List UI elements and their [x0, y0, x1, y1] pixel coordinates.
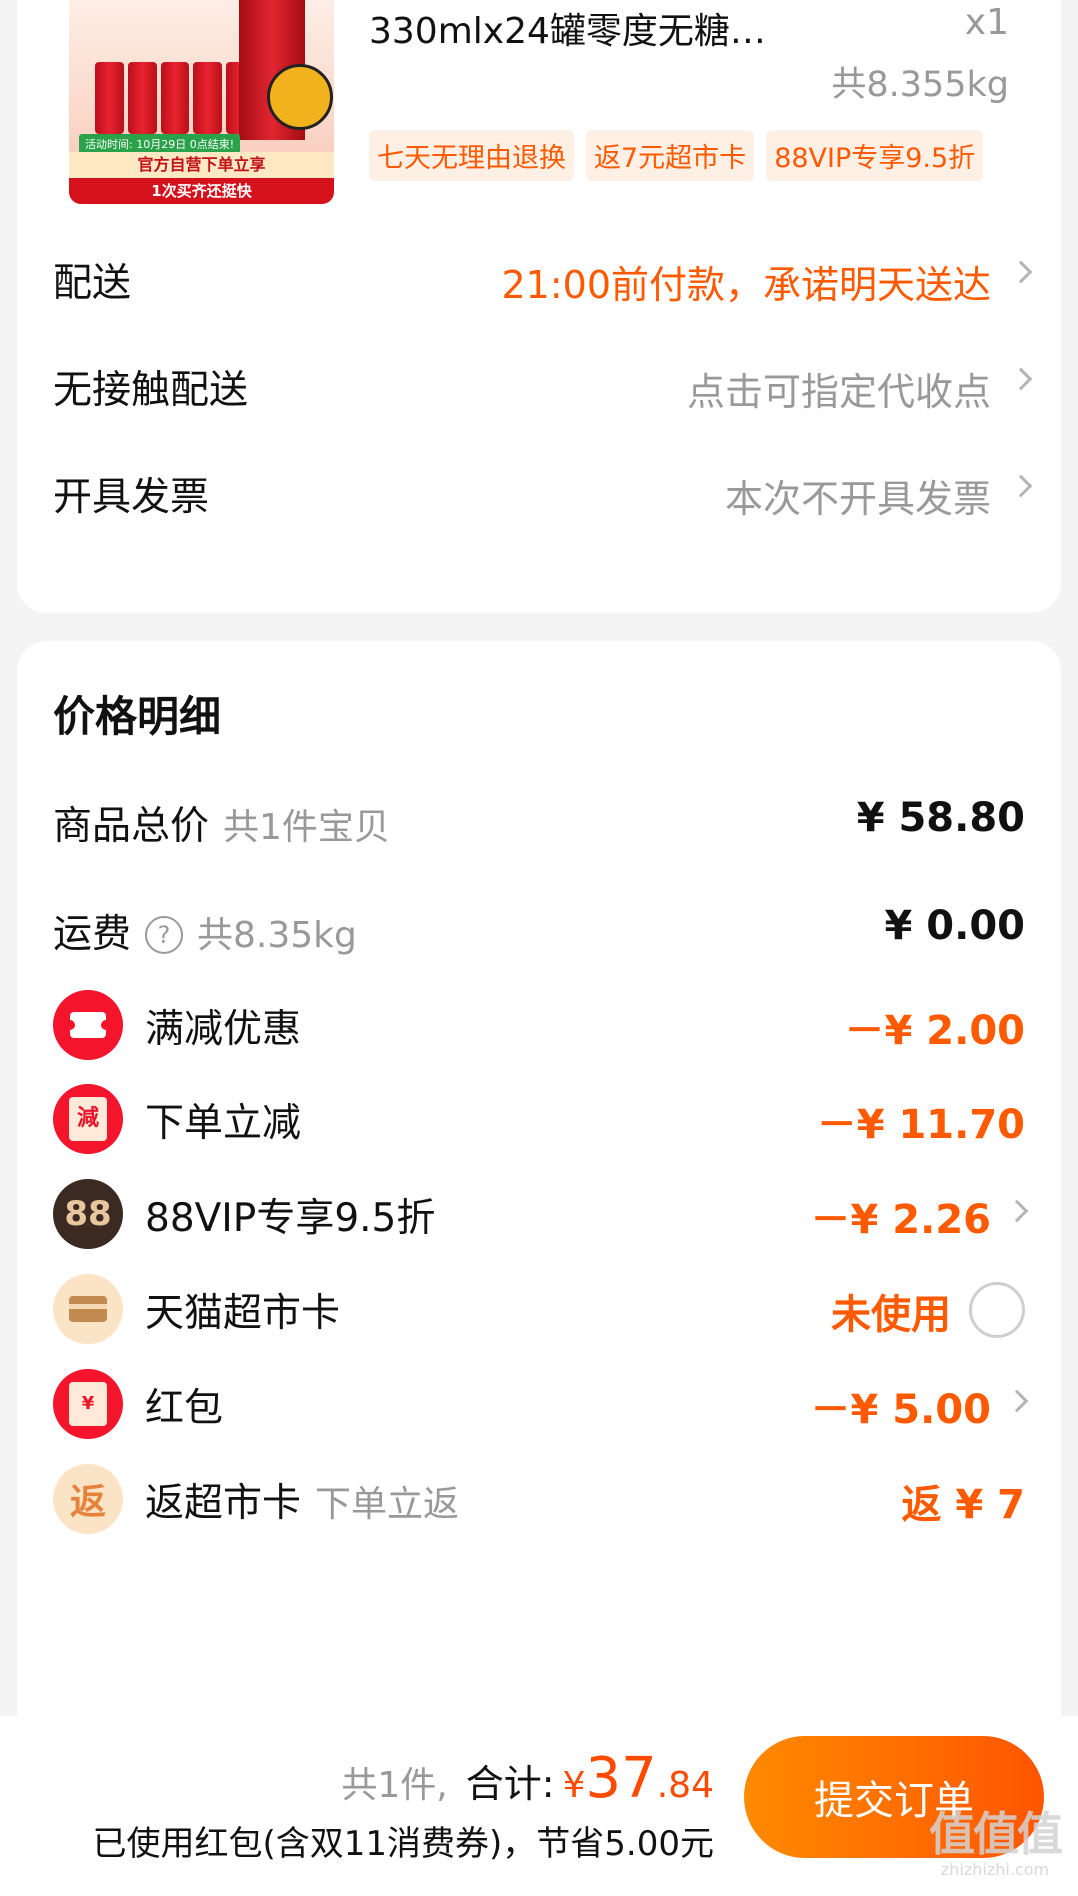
product-promo-date: 活动时间: 10月29日 0点结束! — [79, 134, 241, 154]
watermark-big: 值值值 — [929, 1807, 1063, 1861]
shipping-amount: ¥ 0.00 — [884, 903, 1025, 949]
chevron-right-icon — [1009, 260, 1033, 284]
discount-label: 返超市卡 — [145, 1481, 302, 1526]
contactless-delivery-row[interactable]: 无接触配送 点击可指定代收点 — [17, 349, 1061, 429]
shipping-label: 运费 — [53, 912, 132, 957]
product-tag: 返7元超市卡 — [586, 130, 755, 181]
chevron-right-icon — [1009, 367, 1033, 391]
product-promo-main: 官方自营下单立享 — [69, 152, 334, 178]
item-count: 共1件, — [341, 1765, 448, 1806]
discount-amount: －¥ 11.70 — [816, 1102, 1025, 1148]
help-circle-icon[interactable]: ? — [145, 916, 184, 954]
ticket-shape — [65, 1012, 111, 1038]
chevron-right-icon — [1005, 1199, 1029, 1223]
product-promo-sub: 1次买齐还挺快 — [69, 178, 334, 204]
red-packet-glyph: ¥ — [69, 1382, 107, 1426]
product-can-row — [95, 62, 255, 134]
shipping-row: 运费? 共8.35kg ¥ 0.00 — [17, 893, 1061, 973]
goods-total-label: 商品总价 — [53, 804, 210, 849]
product-tag: 88VIP专享9.5折 — [766, 130, 984, 181]
discount-label: 满减优惠 — [145, 1007, 302, 1052]
can-shape — [127, 62, 157, 134]
discount-amount: －¥ 5.00 — [810, 1387, 991, 1433]
price-detail-card: 价格明细 商品总价 共1件宝贝 ¥ 58.80 运费? 共8.35kg ¥ 0.00… — [17, 641, 1061, 1761]
discount-row-cashback-card: 返 返超市卡 下单立返 返 ¥ 7 — [17, 1462, 1061, 1542]
total-integer: 37 — [585, 1746, 657, 1811]
goods-total-sub: 共1件宝贝 — [223, 807, 390, 848]
discount-amount: －¥ 2.26 — [810, 1197, 991, 1243]
discount-row-red-packet[interactable]: ¥ 红包 －¥ 5.00 — [17, 1367, 1061, 1447]
product-tag: 七天无理由退换 — [369, 130, 574, 181]
order-summary: 共1件, 合计: ¥ 37 .84 — [341, 1746, 714, 1811]
discount-label: 天猫超市卡 — [145, 1291, 341, 1336]
checkout-bar: 共1件, 合计: ¥ 37 .84 已使用红包(含双11消费券)，节省5.00元… — [0, 1716, 1078, 1896]
discount-amount: 未使用 — [831, 1292, 951, 1338]
can-shape — [160, 62, 190, 134]
can-shape — [193, 62, 223, 134]
red-packet-icon: ¥ — [53, 1369, 123, 1439]
product-title[interactable]: 330mlx24罐零度无糖… — [369, 2, 766, 54]
total-currency: ¥ — [562, 1765, 586, 1806]
total-label: 合计: — [465, 1762, 555, 1806]
product-tags: 七天无理由退换 返7元超市卡 88VIP专享9.5折 — [369, 130, 984, 181]
order-info-card: 活动时间: 10月29日 0点结束! 官方自营下单立享 1次买齐还挺快 330m… — [17, 0, 1061, 613]
goods-total-row: 商品总价 共1件宝贝 ¥ 58.80 — [17, 785, 1061, 865]
delivery-label: 配送 — [53, 261, 132, 306]
discount-amount: 返 ¥ 7 — [901, 1482, 1025, 1528]
discount-sub: 下单立返 — [315, 1484, 460, 1525]
discount-label: 88VIP专享9.5折 — [145, 1196, 436, 1241]
can-shape — [95, 62, 124, 134]
discount-label: 红包 — [145, 1386, 224, 1431]
card-icon — [53, 1274, 123, 1344]
discount-row-full-reduction: 满减优惠 －¥ 2.00 — [17, 988, 1061, 1068]
delivery-row[interactable]: 配送 21:00前付款，承诺明天送达 — [17, 242, 1061, 322]
savings-note: 已使用红包(含双11消费券)，节省5.00元 — [92, 1824, 715, 1864]
invoice-label: 开具发票 — [53, 475, 210, 520]
fan-icon: 返 — [53, 1464, 123, 1534]
invoice-row[interactable]: 开具发票 本次不开具发票 — [17, 456, 1061, 536]
tmall-cat-mascot-icon — [267, 64, 333, 130]
vip88-icon: 88 — [53, 1179, 123, 1249]
shipping-sub: 共8.35kg — [197, 915, 357, 956]
contactless-delivery-value: 点击可指定代收点 — [686, 370, 991, 414]
discount-amount: －¥ 2.00 — [844, 1008, 1025, 1054]
discount-row-instant: 減 下单立减 －¥ 11.70 — [17, 1082, 1061, 1162]
watermark-logo: 值值值 zhizhizhi.com — [920, 1808, 1070, 1890]
jian-glyph: 減 — [69, 1097, 107, 1141]
fan-glyph: 返 — [69, 1482, 106, 1523]
shipping-label-wrap: 运费? 共8.35kg — [53, 903, 357, 959]
total-decimal: .84 — [656, 1765, 714, 1806]
card-shape — [69, 1296, 107, 1322]
discount-label: 下单立减 — [145, 1101, 302, 1146]
cashback-label-wrap: 返超市卡 下单立返 — [145, 1472, 459, 1528]
goods-total-amount: ¥ 58.80 — [856, 795, 1025, 841]
jian-icon: 減 — [53, 1084, 123, 1154]
price-detail-title: 价格明细 — [53, 692, 222, 741]
watermark-small: zhizhizhi.com — [940, 1860, 1050, 1879]
discount-row-88vip[interactable]: 88 88VIP专享9.5折 －¥ 2.26 — [17, 1177, 1061, 1257]
ticket-icon — [53, 990, 123, 1060]
discount-row-supermarket-card: 天猫超市卡 未使用 — [17, 1272, 1061, 1352]
goods-total-label-wrap: 商品总价 共1件宝贝 — [53, 795, 390, 851]
contactless-delivery-label: 无接触配送 — [53, 368, 249, 413]
product-image[interactable]: 活动时间: 10月29日 0点结束! 官方自营下单立享 1次买齐还挺快 — [69, 0, 334, 204]
chevron-right-icon — [1005, 1389, 1029, 1413]
invoice-value: 本次不开具发票 — [724, 477, 991, 521]
product-weight: 共8.355kg — [831, 65, 1009, 105]
supermarket-card-radio[interactable] — [969, 1282, 1025, 1338]
chevron-right-icon — [1009, 474, 1033, 498]
delivery-value: 21:00前付款，承诺明天送达 — [501, 263, 991, 307]
product-quantity: x1 — [964, 2, 1009, 43]
